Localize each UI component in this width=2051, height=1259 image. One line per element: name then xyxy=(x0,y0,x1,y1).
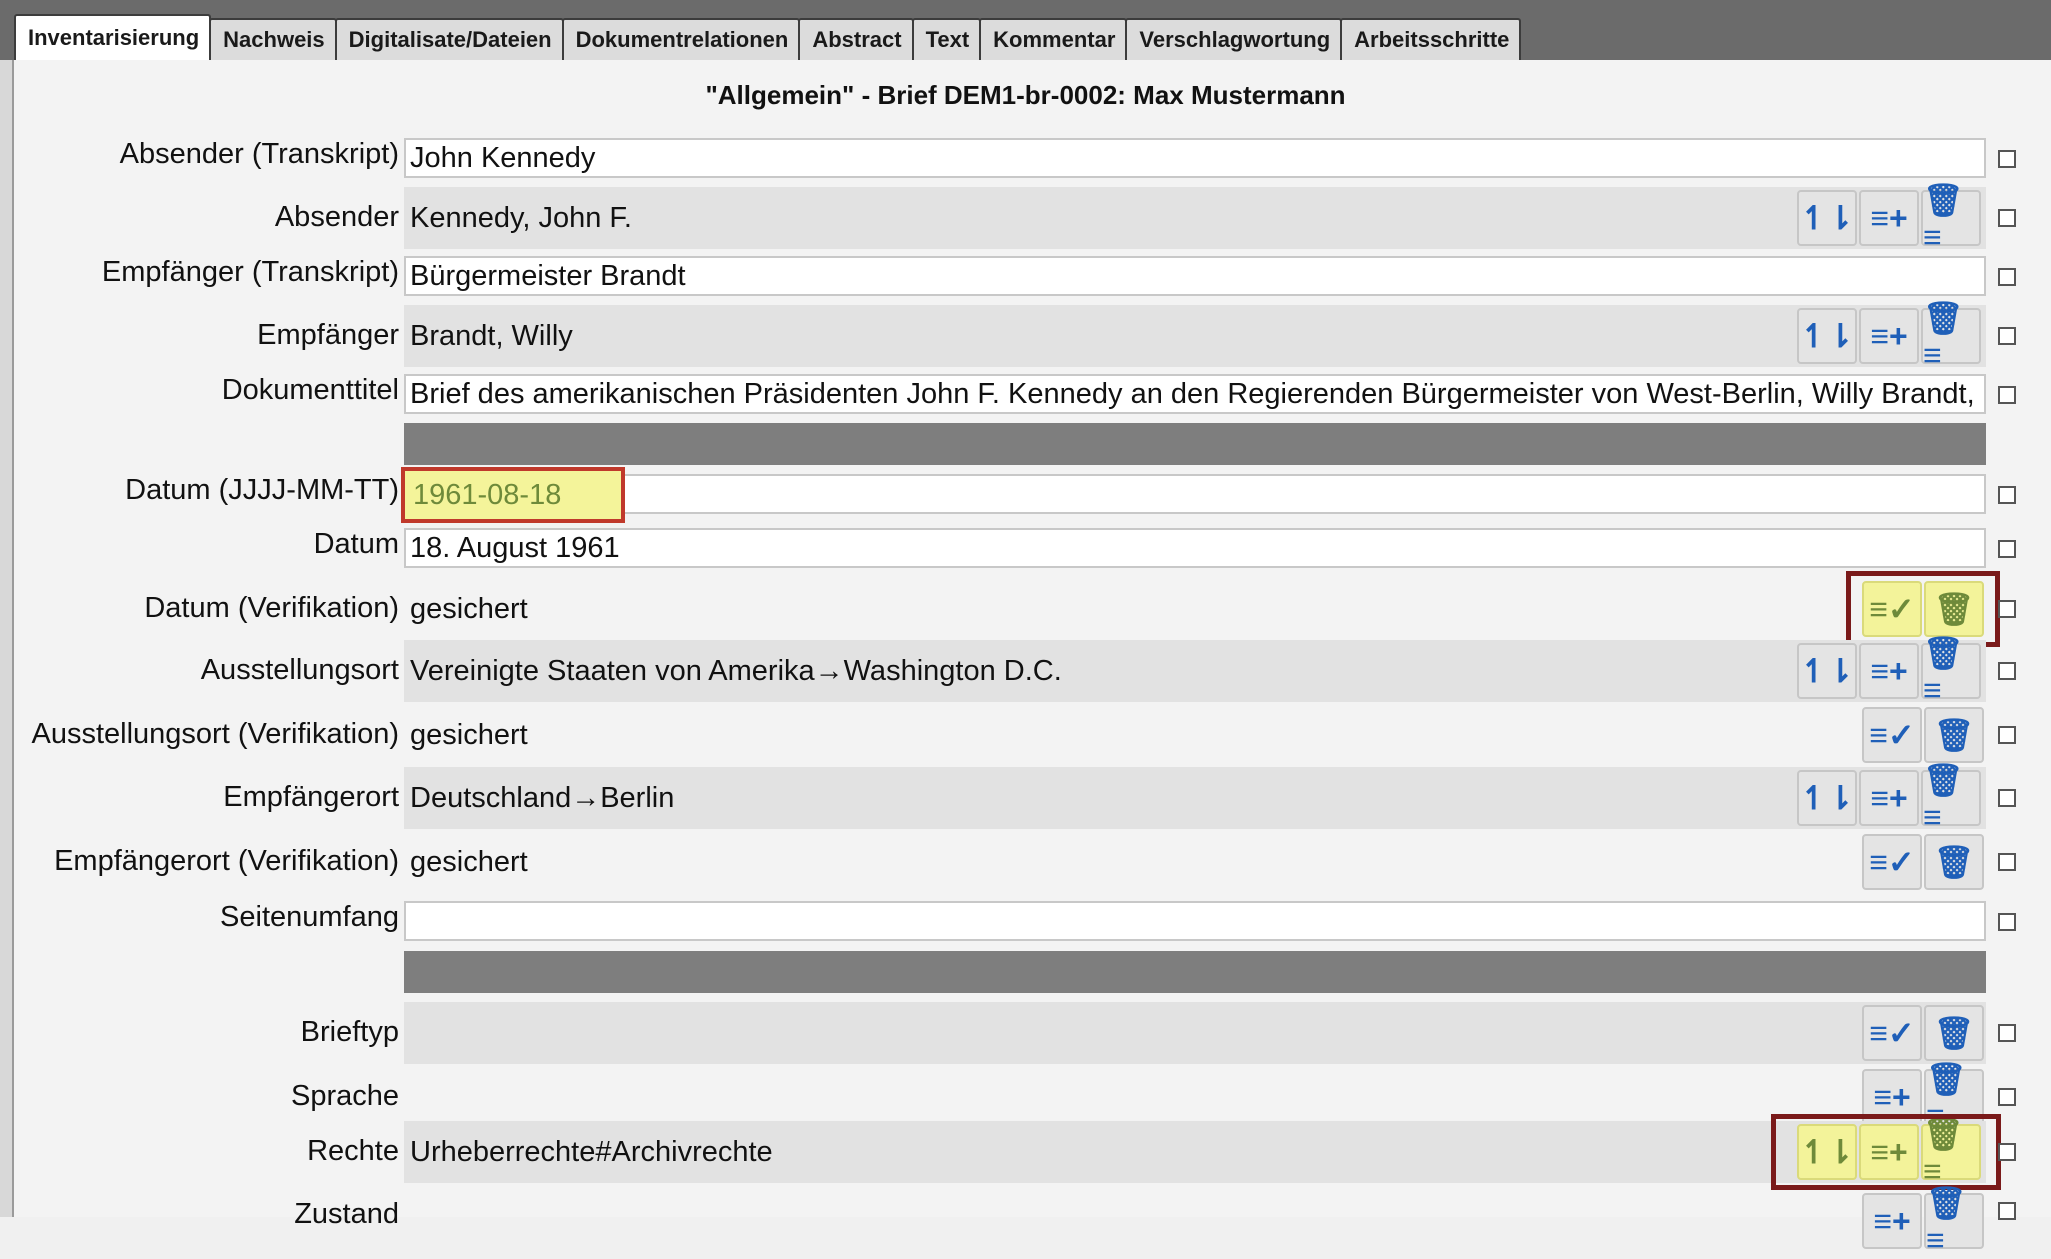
sort-icon[interactable]: ↿⇂ xyxy=(1797,190,1857,246)
tab-text[interactable]: Text xyxy=(911,18,982,60)
sort-icon[interactable]: ↿⇂ xyxy=(1797,643,1857,699)
row-actions: ↿⇂ ≡+ 🗑≡ xyxy=(1797,300,1981,373)
delete-list-icon[interactable]: 🗑≡ xyxy=(1921,635,1981,708)
field-label: Datum xyxy=(313,528,399,560)
row-checkbox[interactable] xyxy=(1998,853,2016,871)
tab-verschlagwortung[interactable]: Verschlagwortung xyxy=(1125,18,1343,60)
row-checkbox[interactable] xyxy=(1998,268,2016,286)
row-checkbox[interactable] xyxy=(1998,150,2016,168)
field-label: Zustand xyxy=(294,1198,399,1230)
field-label: Empfängerort xyxy=(223,781,399,813)
field-label: Empfänger (Transkript) xyxy=(101,256,399,288)
row-checkbox[interactable] xyxy=(1998,913,2016,931)
field-label: Seitenumfang xyxy=(220,901,399,933)
sprache-field[interactable] xyxy=(404,1066,1986,1128)
tab-inventarisierung[interactable]: Inventarisierung xyxy=(14,14,212,60)
tab-arbeitsschritte[interactable]: Arbeitsschritte xyxy=(1340,18,1522,60)
field-label: Dokumenttitel xyxy=(221,374,399,406)
delete-list-icon[interactable]: 🗑≡ xyxy=(1921,182,1981,255)
verify-icon[interactable]: ≡✓ xyxy=(1862,1005,1922,1061)
row-checkbox[interactable] xyxy=(1998,662,2016,680)
field-label: Empfänger xyxy=(257,319,399,351)
row-checkbox[interactable] xyxy=(1998,789,2016,807)
row-actions: ↿⇂ ≡+ 🗑≡ xyxy=(1797,635,1981,708)
sort-icon[interactable]: ↿⇂ xyxy=(1797,308,1857,364)
page-title: "Allgemein" - Brief DEM1-br-0002: Max Mu… xyxy=(705,80,1346,110)
row-actions: ≡✓ 🗑 xyxy=(1862,834,1984,890)
datum-verifikation-field[interactable]: gesichert xyxy=(404,578,1986,640)
section-divider xyxy=(404,951,1986,993)
verify-icon[interactable]: ≡✓ xyxy=(1862,834,1922,890)
absender-transkript-input[interactable]: John Kennedy xyxy=(404,138,1986,178)
row-checkbox[interactable] xyxy=(1998,540,2016,558)
delete-icon[interactable]: 🗑 xyxy=(1924,1005,1984,1061)
field-label: Sprache xyxy=(290,1080,399,1112)
rechte-field[interactable]: Urheberrechte#Archivrechte xyxy=(404,1121,1986,1183)
tab-strip: Inventarisierung Nachweis Digitalisate/D… xyxy=(14,14,1522,60)
field-label: Absender (Transkript) xyxy=(119,138,399,170)
delete-list-icon[interactable]: 🗑≡ xyxy=(1921,300,1981,373)
field-label: Datum (Verifikation) xyxy=(144,592,399,624)
datum-iso-input[interactable]: 1961-08-18 xyxy=(401,467,625,523)
empfaenger-field[interactable]: Brandt, Willy xyxy=(404,305,1986,367)
verify-icon[interactable]: ≡✓ xyxy=(1862,707,1922,763)
delete-icon[interactable]: 🗑 xyxy=(1924,834,1984,890)
empfaengerort-field[interactable]: Deutschland→Berlin xyxy=(404,767,1986,829)
left-rail xyxy=(0,60,14,1217)
add-entry-icon[interactable]: ≡+ xyxy=(1859,770,1919,826)
absender-field[interactable]: Kennedy, John F. xyxy=(404,187,1986,249)
field-label: Empfängerort (Verifikation) xyxy=(54,845,399,877)
row-checkbox[interactable] xyxy=(1998,726,2016,744)
delete-list-icon[interactable]: 🗑≡ xyxy=(1921,762,1981,835)
field-label: Datum (JJJJ-MM-TT) xyxy=(125,474,399,506)
datum-input[interactable]: 18. August 1961 xyxy=(404,528,1986,568)
row-actions: ≡+ 🗑≡ xyxy=(1862,1185,1984,1258)
empfaenger-transkript-input[interactable]: Bürgermeister Brandt xyxy=(404,256,1986,296)
row-checkbox[interactable] xyxy=(1998,1202,2016,1220)
row-checkbox[interactable] xyxy=(1998,386,2016,404)
row-checkbox[interactable] xyxy=(1998,209,2016,227)
brieftyp-field[interactable] xyxy=(404,1002,1986,1064)
row-checkbox[interactable] xyxy=(1998,1143,2016,1161)
tab-dokumentrelationen[interactable]: Dokumentrelationen xyxy=(561,18,801,60)
row-checkbox[interactable] xyxy=(1998,486,2016,504)
row-checkbox[interactable] xyxy=(1998,1088,2016,1106)
row-checkbox[interactable] xyxy=(1998,600,2016,618)
field-label: Rechte xyxy=(307,1135,399,1167)
empfaengerort-verifikation-field[interactable]: gesichert xyxy=(404,831,1986,893)
delete-list-icon[interactable]: 🗑≡ xyxy=(1924,1185,1984,1258)
datum-iso-input-frame xyxy=(404,474,1986,514)
highlight-box xyxy=(1771,1114,2001,1190)
field-label: Ausstellungsort xyxy=(200,654,399,686)
delete-icon[interactable]: 🗑 xyxy=(1924,707,1984,763)
add-entry-icon[interactable]: ≡+ xyxy=(1859,190,1919,246)
tab-digitalisate-dateien[interactable]: Digitalisate/Dateien xyxy=(334,18,564,60)
row-actions: ↿⇂ ≡+ 🗑≡ xyxy=(1797,762,1981,835)
tab-kommentar[interactable]: Kommentar xyxy=(979,18,1128,60)
row-checkbox[interactable] xyxy=(1998,1024,2016,1042)
add-entry-icon[interactable]: ≡+ xyxy=(1859,643,1919,699)
tab-nachweis[interactable]: Nachweis xyxy=(209,18,337,60)
field-label: Absender xyxy=(274,201,399,233)
ausstellungsort-verifikation-field[interactable]: gesichert xyxy=(404,704,1986,766)
tab-abstract[interactable]: Abstract xyxy=(798,18,914,60)
add-entry-icon[interactable]: ≡+ xyxy=(1862,1193,1922,1249)
row-actions: ↿⇂ ≡+ 🗑≡ xyxy=(1797,182,1981,255)
row-actions: ≡✓ 🗑 xyxy=(1862,1005,1984,1061)
row-actions: ≡✓ 🗑 xyxy=(1862,707,1984,763)
field-label: Ausstellungsort (Verifikation) xyxy=(31,718,400,750)
section-divider xyxy=(404,423,1986,465)
dokumenttitel-input[interactable]: Brief des amerikanischen Präsidenten Joh… xyxy=(404,374,1986,414)
field-label: Brieftyp xyxy=(300,1016,399,1048)
add-entry-icon[interactable]: ≡+ xyxy=(1859,308,1919,364)
seitenumfang-input[interactable] xyxy=(404,901,1986,941)
row-checkbox[interactable] xyxy=(1998,327,2016,345)
sort-icon[interactable]: ↿⇂ xyxy=(1797,770,1857,826)
ausstellungsort-field[interactable]: Vereinigte Staaten von Amerika→Washingto… xyxy=(404,640,1986,702)
